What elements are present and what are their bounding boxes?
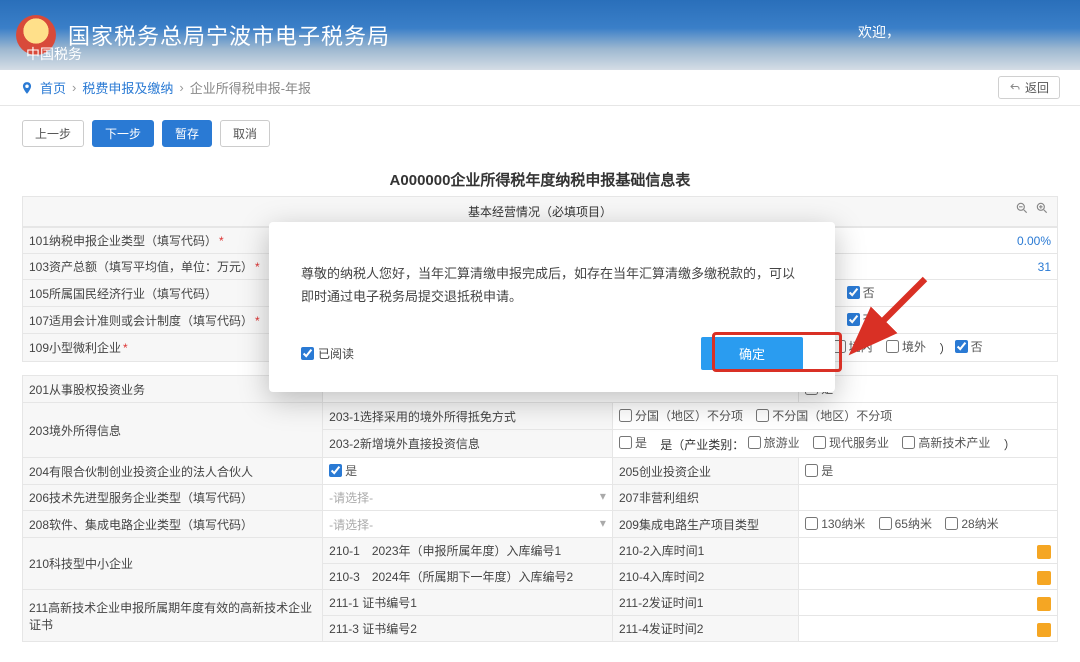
- chevron-right-icon: ›: [179, 80, 183, 95]
- chk-107-no[interactable]: 否: [847, 311, 875, 328]
- calendar-icon[interactable]: [1037, 623, 1051, 637]
- label-203-2: 203-2新增境外直接投资信息: [323, 430, 613, 458]
- opts-203-2: 是 是（产业类别： 旅游业 现代服务业 高新技术产业 ）: [612, 430, 1057, 458]
- zoom-out-icon[interactable]: [1015, 201, 1029, 215]
- brand-subscript: 中国税务: [26, 44, 82, 64]
- label-206: 206技术先进型服务企业类型（填写代码）: [23, 485, 323, 511]
- opts-109: 是（ 境内 境外 ） 否: [799, 334, 1058, 362]
- opts-209: 130纳米 65纳米 28纳米: [799, 511, 1058, 538]
- chk-204-yes[interactable]: 是: [329, 462, 357, 479]
- breadcrumb: 首页 › 税费申报及缴纳 › 企业所得税申报-年报: [20, 78, 311, 97]
- form-title: A000000企业所得税年度纳税申报基础信息表: [22, 157, 1058, 196]
- breadcrumb-current: 企业所得税申报-年报: [190, 78, 311, 97]
- section-header-label: 基本经营情况（必填项目）: [468, 203, 612, 220]
- value-208[interactable]: -请选择-▾: [323, 511, 613, 538]
- value-210-2[interactable]: [799, 538, 1058, 564]
- opts-107: 是 否: [799, 307, 1058, 334]
- chk-105-no[interactable]: 否: [847, 284, 875, 301]
- opts-203-1: 分国（地区）不分项 不分国（地区）不分项: [612, 403, 1057, 430]
- chk-109-outside[interactable]: 境外: [886, 338, 926, 355]
- value-206[interactable]: -请选择-▾: [323, 485, 613, 511]
- opts-105: 是 否: [799, 280, 1058, 307]
- chk-203-1b[interactable]: 不分国（地区）不分项: [756, 407, 892, 424]
- opts-201: 是: [799, 376, 1058, 403]
- chk-109-inside[interactable]: 境内: [833, 338, 873, 355]
- notice-modal: 尊敬的纳税人您好，当年汇算清缴申报完成后，如存在当年汇算清缴多缴税款的，可以即时…: [269, 222, 835, 392]
- value-210-4[interactable]: [799, 564, 1058, 590]
- chk-203-2-c1[interactable]: 旅游业: [748, 434, 800, 451]
- label-210-2: 210-2入库时间1: [612, 538, 798, 564]
- label-208: 208软件、集成电路企业类型（填写代码）: [23, 511, 323, 538]
- value-204[interactable]: 是: [323, 458, 613, 485]
- row-206-207: 206技术先进型服务企业类型（填写代码） -请选择-▾ 207非营利组织: [23, 485, 1058, 511]
- return-label: 返回: [1025, 79, 1049, 96]
- modal-confirm-button[interactable]: 确定: [701, 337, 803, 370]
- label-211-3: 211-3 证书编号2: [323, 616, 613, 642]
- breadcrumb-home[interactable]: 首页: [40, 78, 66, 97]
- row-203-1: 203境外所得信息 203-1选择采用的境外所得抵免方式 分国（地区）不分项 不…: [23, 403, 1058, 430]
- label-210-3: 210-3 2024年（所属期下一年度）入库编号2: [323, 564, 613, 590]
- chk-203-2-c2[interactable]: 现代服务业: [813, 434, 889, 451]
- app-banner: 国家税务总局宁波市电子税务局 中国税务 欢迎，: [0, 0, 1080, 70]
- modal-read-checkbox[interactable]: 已阅读: [301, 345, 354, 362]
- location-icon: [20, 81, 34, 95]
- value-211-2[interactable]: [799, 590, 1058, 616]
- action-toolbar: 上一步 下一步 暂存 取消: [0, 106, 1080, 157]
- chevron-right-icon: ›: [72, 80, 76, 95]
- zoom-in-icon[interactable]: [1035, 201, 1049, 215]
- label-203: 203境外所得信息: [23, 403, 323, 458]
- label-211-4: 211-4发证时间2: [612, 616, 798, 642]
- calendar-icon[interactable]: [1037, 597, 1051, 611]
- cancel-button[interactable]: 取消: [220, 120, 270, 147]
- return-button[interactable]: 返回: [998, 76, 1060, 99]
- app-title: 国家税务总局宁波市电子税务局: [68, 19, 390, 51]
- chk-209-65[interactable]: 65纳米: [879, 515, 932, 532]
- next-step-button[interactable]: 下一步: [92, 120, 154, 147]
- opts-205: 是: [799, 458, 1058, 485]
- label-211-1: 211-1 证书编号1: [323, 590, 613, 616]
- modal-message: 尊敬的纳税人您好，当年汇算清缴申报完成后，如存在当年汇算清缴多缴税款的，可以即时…: [301, 262, 803, 309]
- welcome-text: 欢迎，: [858, 22, 900, 42]
- read-checkbox-label: 已阅读: [318, 345, 354, 362]
- label-210-1: 210-1 2023年（申报所属年度）入库编号1: [323, 538, 613, 564]
- chk-203-2-yes[interactable]: 是: [619, 434, 647, 451]
- label-211-2: 211-2发证时间1: [612, 590, 798, 616]
- label-210: 210科技型中小企业: [23, 538, 323, 590]
- prev-step-button[interactable]: 上一步: [22, 120, 84, 147]
- chk-205-yes[interactable]: 是: [805, 462, 833, 479]
- chk-203-2-c3[interactable]: 高新技术产业: [902, 434, 990, 451]
- chk-209-28[interactable]: 28纳米: [945, 515, 998, 532]
- breadcrumb-bar: 首页 › 税费申报及缴纳 › 企业所得税申报-年报 返回: [0, 70, 1080, 106]
- label-205: 205创业投资企业: [612, 458, 798, 485]
- value-102: 0.00%: [799, 228, 1058, 254]
- row-208-209: 208软件、集成电路企业类型（填写代码） -请选择-▾ 209集成电路生产项目类…: [23, 511, 1058, 538]
- label-204: 204有限合伙制创业投资企业的法人合伙人: [23, 458, 323, 485]
- save-draft-button[interactable]: 暂存: [162, 120, 212, 147]
- chk-203-1a[interactable]: 分国（地区）不分项: [619, 407, 743, 424]
- label-209: 209集成电路生产项目类型: [612, 511, 798, 538]
- calendar-icon[interactable]: [1037, 545, 1051, 559]
- breadcrumb-level1[interactable]: 税费申报及缴纳: [82, 78, 173, 97]
- row-210-1: 210科技型中小企业 210-1 2023年（申报所属年度）入库编号1 210-…: [23, 538, 1058, 564]
- read-checkbox-input[interactable]: [301, 347, 314, 360]
- value-211-4[interactable]: [799, 616, 1058, 642]
- chk-109-no[interactable]: 否: [955, 338, 983, 355]
- label-203-1: 203-1选择采用的境外所得抵免方式: [323, 403, 613, 430]
- label-211: 211高新技术企业申报所属期年度有效的高新技术企业证书: [23, 590, 323, 642]
- label-210-4: 210-4入库时间2: [612, 564, 798, 590]
- chk-209-130[interactable]: 130纳米: [805, 515, 865, 532]
- row-204-205: 204有限合伙制创业投资企业的法人合伙人 是 205创业投资企业 是: [23, 458, 1058, 485]
- row-211-1: 211高新技术企业申报所属期年度有效的高新技术企业证书 211-1 证书编号1 …: [23, 590, 1058, 616]
- label-207: 207非营利组织: [612, 485, 798, 511]
- value-207[interactable]: [799, 485, 1058, 511]
- return-arrow-icon: [1009, 82, 1021, 94]
